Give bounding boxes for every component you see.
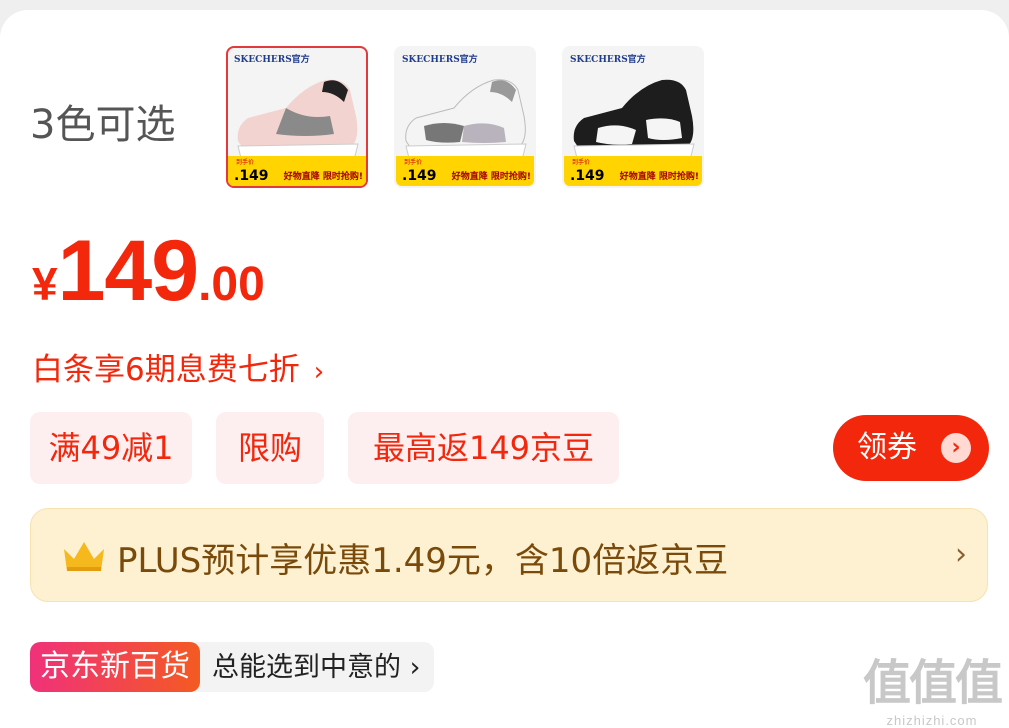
jd-department-store-banner[interactable]: 京东新百货 总能选到中意的 › (30, 642, 435, 692)
promo-banner-caption: 到手价 (572, 159, 591, 166)
jd-department-store-slogan: 总能选到中意的 › (212, 652, 421, 683)
price-decimal: .00 (198, 258, 265, 311)
chevron-right-icon: › (955, 537, 967, 572)
promo-banner-price: .149 (402, 168, 437, 184)
color-option-thumbnail[interactable]: SKECHERS官方 到手价 .149 好物直降 限时抢购! (226, 46, 368, 188)
get-coupon-label: 领券 (857, 430, 917, 465)
currency-symbol: ¥ (32, 258, 58, 310)
plus-benefit-text: PLUS预计享优惠1.49元，含10倍返京豆 (117, 541, 729, 581)
price-integer: 149 (57, 223, 199, 319)
promo-banner-text: 好物直降 限时抢购! (283, 172, 363, 182)
watermark-url: zhizhizhi.com (886, 713, 978, 728)
get-coupon-button[interactable]: 领券 › (833, 415, 989, 481)
site-watermark: 值值值 zhizhizhi.com (862, 653, 1003, 728)
promo-banner-text: 好物直降 限时抢购! (619, 172, 699, 182)
baitiao-text: 白条享6期息费七折 (32, 352, 300, 388)
product-price: ¥149.00 (32, 222, 265, 321)
promo-tag: 最高返149京豆 (348, 412, 619, 484)
promo-banner-text: 好物直降 限时抢购! (451, 172, 531, 182)
chevron-right-icon: › (941, 433, 971, 463)
color-count-label: 3色可选 (30, 102, 176, 148)
promo-banner-caption: 到手价 (404, 159, 423, 166)
crown-icon (64, 542, 104, 571)
color-option-thumbnail[interactable]: SKECHERS官方 到手价 .149 好物直降 限时抢购! (562, 46, 704, 188)
plus-member-banner[interactable]: PLUS预计享优惠1.49元，含10倍返京豆 › (30, 508, 988, 602)
promo-banner-price: .149 (234, 168, 269, 184)
chevron-right-icon: › (313, 357, 325, 387)
color-option-thumbnail[interactable]: SKECHERS官方 到手价 .149 好物直降 限时抢购! (394, 46, 536, 188)
promo-banner-caption: 到手价 (236, 159, 255, 166)
promo-tag: 满49减1 (30, 412, 192, 484)
jd-department-store-badge: 京东新百货 (30, 642, 200, 692)
watermark-logo: 值值值 (862, 655, 1003, 711)
baitiao-installment-link[interactable]: 白条享6期息费七折 › (32, 344, 324, 389)
promo-banner-price: .149 (570, 168, 605, 184)
promo-tag: 限购 (216, 412, 324, 484)
